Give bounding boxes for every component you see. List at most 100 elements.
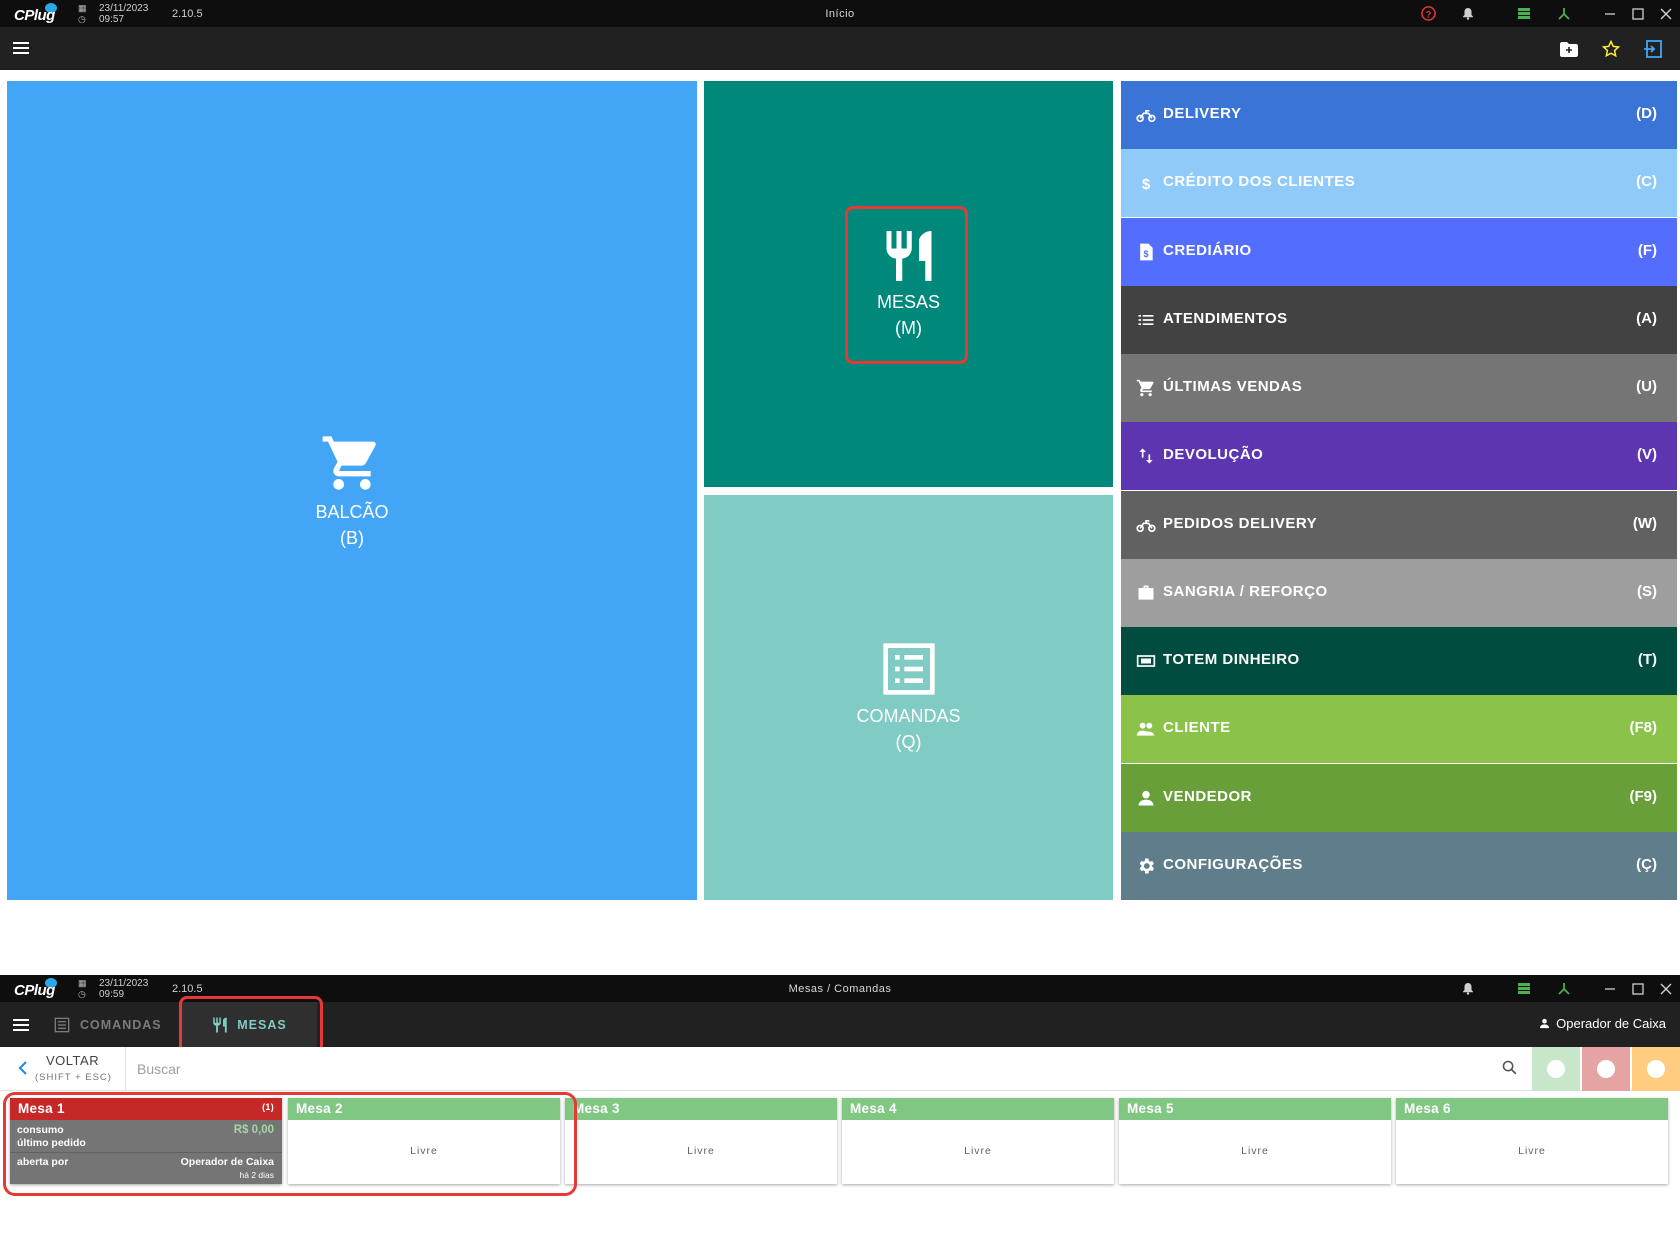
menu-item-label: PEDIDOS DELIVERY — [1163, 514, 1318, 532]
filter-free-button[interactable] — [1532, 1047, 1580, 1091]
list-box-icon — [54, 1017, 70, 1032]
swap-vertical-icon — [1136, 446, 1156, 466]
mesa-status: Livre — [1241, 1145, 1269, 1157]
menu-item-totem-dinheiro[interactable]: TOTEM DINHEIRO (T) — [1121, 627, 1677, 695]
operator-info[interactable]: Operador de Caixa — [1539, 1016, 1666, 1031]
network-icon[interactable] — [1550, 975, 1578, 1002]
bell-icon[interactable] — [1454, 975, 1482, 1002]
tab-comandas-label: COMANDAS — [80, 1017, 162, 1032]
mesas-shortcut: (M) — [895, 318, 922, 338]
menu-item-label: SANGRIA / REFORÇO — [1163, 582, 1328, 600]
window-title: Mesas / Comandas — [788, 983, 892, 995]
search-row: VOLTAR (SHIFT + ESC) — [0, 1047, 1680, 1091]
balcao-label: BALCÃO — [315, 501, 389, 522]
new-folder-icon[interactable] — [1548, 35, 1590, 63]
menu-item-cliente[interactable]: CLIENTE (F8) — [1121, 695, 1677, 764]
list-icon — [1136, 310, 1156, 330]
mesa-status: Livre — [1518, 1145, 1546, 1157]
highlight-box — [3, 1092, 577, 1196]
title-bar: CPlug ▦ ◷ 23/11/2023 09:57 2.10.5 Início… — [0, 0, 1680, 27]
person-icon — [1136, 788, 1156, 808]
menu-item-label: ÚLTIMAS VENDAS — [1163, 378, 1303, 395]
menu-item-label: CONFIGURAÇÕES — [1163, 855, 1303, 873]
close-icon[interactable] — [1652, 975, 1680, 1002]
menu-item-delivery[interactable]: DELIVERY (D) — [1121, 81, 1677, 149]
menu-item-shortcut: (F9) — [1629, 787, 1658, 805]
briefcase-icon — [1136, 583, 1156, 603]
filter-occupied-button[interactable] — [1582, 1047, 1630, 1091]
mesa-card-header: Mesa 4 — [842, 1098, 1114, 1120]
mesa-status: Livre — [687, 1145, 715, 1157]
menu-item-label: CRÉDITO DOS CLIENTES — [1163, 173, 1356, 191]
mesa-name: Mesa 6 — [1404, 1101, 1451, 1116]
menu-item-shortcut: (D) — [1636, 105, 1657, 122]
minimize-icon[interactable] — [1596, 975, 1624, 1002]
tab-comandas[interactable]: COMANDAS — [54, 1002, 174, 1047]
network-icon[interactable] — [1550, 0, 1578, 27]
menu-item-shortcut: (S) — [1637, 582, 1657, 600]
document-dollar-icon: $ — [1136, 242, 1156, 262]
comandas-tile[interactable]: COMANDAS (Q) — [704, 495, 1113, 900]
minimize-icon[interactable] — [1596, 0, 1624, 27]
person-icon — [1540, 1018, 1550, 1029]
menu-item-shortcut: (U) — [1636, 378, 1657, 395]
server-icon[interactable] — [1510, 0, 1538, 27]
cart-icon — [1136, 378, 1156, 398]
help-icon[interactable]: ? — [1414, 0, 1442, 27]
menu-item-label: CREDIÁRIO — [1163, 241, 1252, 259]
motorcycle-icon — [1136, 515, 1156, 535]
close-icon[interactable] — [1652, 0, 1680, 27]
menu-item-label: VENDEDOR — [1163, 787, 1253, 805]
back-button[interactable]: VOLTAR (SHIFT + ESC) — [0, 1047, 126, 1091]
menu-item-sangria-refor-o[interactable]: SANGRIA / REFORÇO (S) — [1121, 558, 1677, 627]
menu-item-pedidos-delivery[interactable]: PEDIDOS DELIVERY (W) — [1121, 490, 1677, 559]
dollar-icon: $ — [1136, 173, 1156, 193]
balcao-tile[interactable]: BALCÃO (B) — [7, 81, 697, 900]
back-label: VOLTAR — [46, 1053, 100, 1068]
cart-icon — [322, 435, 376, 490]
search-input[interactable] — [137, 1055, 1487, 1083]
shortcut-menu: DELIVERY (D) $ CRÉDITO DOS CLIENTES (C) $ CRED… — [1121, 81, 1677, 900]
menu-item-shortcut: (V) — [1637, 446, 1657, 464]
gear-icon — [1136, 856, 1156, 876]
mesa-card-header: Mesa 6 — [1396, 1098, 1668, 1120]
cutlery-icon — [886, 231, 931, 281]
menu-item-devolu-o[interactable]: DEVOLUÇÃO (V) — [1121, 422, 1677, 491]
mesas-tile[interactable]: MESAS (M) — [704, 81, 1113, 487]
mesa-card-3[interactable]: Mesa 3 Livre — [565, 1098, 837, 1184]
bell-icon[interactable] — [1454, 0, 1482, 27]
menu-item-label: ATENDIMENTOS — [1163, 309, 1288, 327]
comandas-label: COMANDAS — [856, 705, 961, 726]
menu-item-cr-dito-dos-clientes[interactable]: $ CRÉDITO DOS CLIENTES (C) — [1121, 149, 1677, 218]
mesa-card-6[interactable]: Mesa 6 Livre — [1396, 1098, 1668, 1184]
list-box-icon — [882, 642, 935, 695]
people-icon — [1136, 719, 1156, 739]
svg-text:?: ? — [1425, 9, 1431, 19]
menu-item-shortcut: (F8) — [1629, 719, 1658, 737]
mesa-card-5[interactable]: Mesa 5 Livre — [1119, 1098, 1391, 1184]
menu-item-label: CLIENTE — [1163, 719, 1231, 737]
menu-icon[interactable] — [13, 42, 29, 54]
menu-item-vendedor[interactable]: VENDEDOR (F9) — [1121, 763, 1677, 832]
mesa-card-header: Mesa 3 — [565, 1098, 837, 1120]
server-icon[interactable] — [1510, 975, 1538, 1002]
menu-item-shortcut: (F) — [1637, 241, 1657, 259]
filter-pending-button[interactable] — [1632, 1047, 1680, 1091]
menu-item-shortcut: (T) — [1637, 651, 1657, 668]
mesa-card-4[interactable]: Mesa 4 Livre — [842, 1098, 1114, 1184]
maximize-icon[interactable] — [1624, 975, 1652, 1002]
mesas-label: MESAS — [876, 292, 941, 312]
logout-icon[interactable] — [1632, 35, 1674, 63]
maximize-icon[interactable] — [1624, 0, 1652, 27]
chevron-left-icon — [18, 1061, 27, 1075]
star-icon[interactable] — [1590, 35, 1632, 63]
menu-item-configura-es[interactable]: CONFIGURAÇÕES (Ç) — [1121, 831, 1677, 900]
menu-item-shortcut: (A) — [1636, 309, 1657, 327]
menu-item-credi-rio[interactable]: $ CREDIÁRIO (F) — [1121, 217, 1677, 286]
balcao-shortcut: (B) — [340, 527, 364, 548]
menu-icon[interactable] — [13, 1019, 29, 1031]
menu-item-ltimas-vendas[interactable]: ÚLTIMAS VENDAS (U) — [1121, 354, 1677, 422]
menu-item-label: DEVOLUÇÃO — [1163, 446, 1264, 464]
search-icon[interactable] — [1501, 1059, 1518, 1076]
menu-item-atendimentos[interactable]: ATENDIMENTOS (A) — [1121, 285, 1677, 354]
